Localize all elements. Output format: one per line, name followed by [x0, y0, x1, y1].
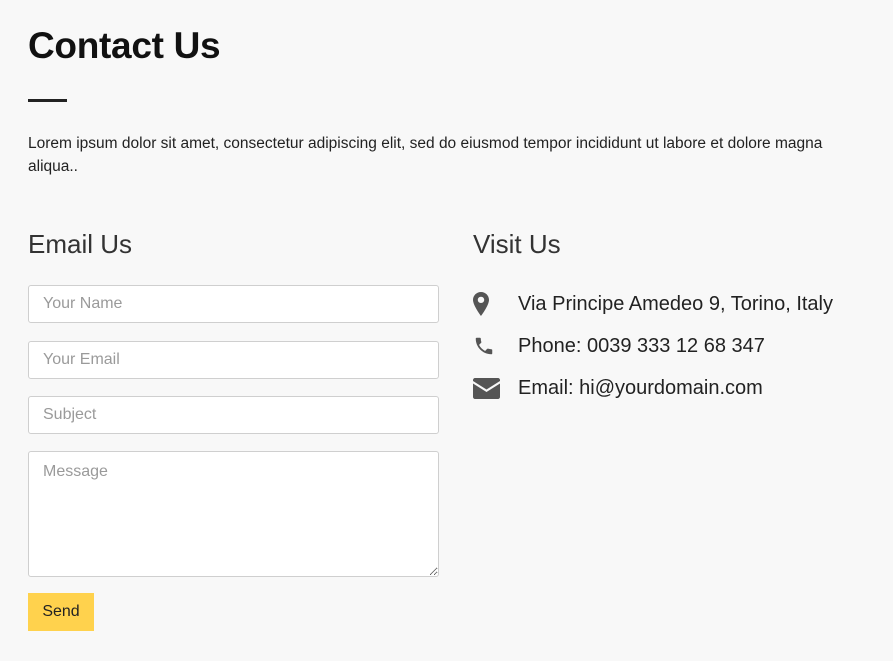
contact-page: Contact Us Lorem ipsum dolor sit amet, c…	[0, 0, 893, 661]
address-item: Via Principe Amedeo 9, Torino, Italy	[473, 289, 833, 319]
email-us-heading: Email Us	[28, 229, 133, 259]
envelope-icon	[473, 374, 501, 402]
intro-text: Lorem ipsum dolor sit amet, consectetur …	[28, 135, 823, 175]
visit-us-heading: Visit Us	[473, 229, 561, 259]
page-title: Contact Us	[28, 25, 221, 66]
subject-input[interactable]	[28, 396, 439, 434]
phone-text: Phone: 0039 333 12 68 347	[518, 335, 765, 357]
address-text: Via Principe Amedeo 9, Torino, Italy	[518, 293, 833, 315]
phone-item: Phone: 0039 333 12 68 347	[473, 331, 765, 361]
email-item: Email: hi@yourdomain.com	[473, 373, 763, 403]
phone-icon	[473, 332, 501, 360]
map-marker-icon	[473, 290, 501, 318]
email-text: Email: hi@yourdomain.com	[518, 377, 763, 399]
send-button[interactable]: Send	[28, 593, 94, 631]
title-divider	[28, 99, 67, 102]
name-input[interactable]	[28, 285, 439, 323]
message-textarea[interactable]	[28, 451, 439, 577]
email-input[interactable]	[28, 341, 439, 379]
